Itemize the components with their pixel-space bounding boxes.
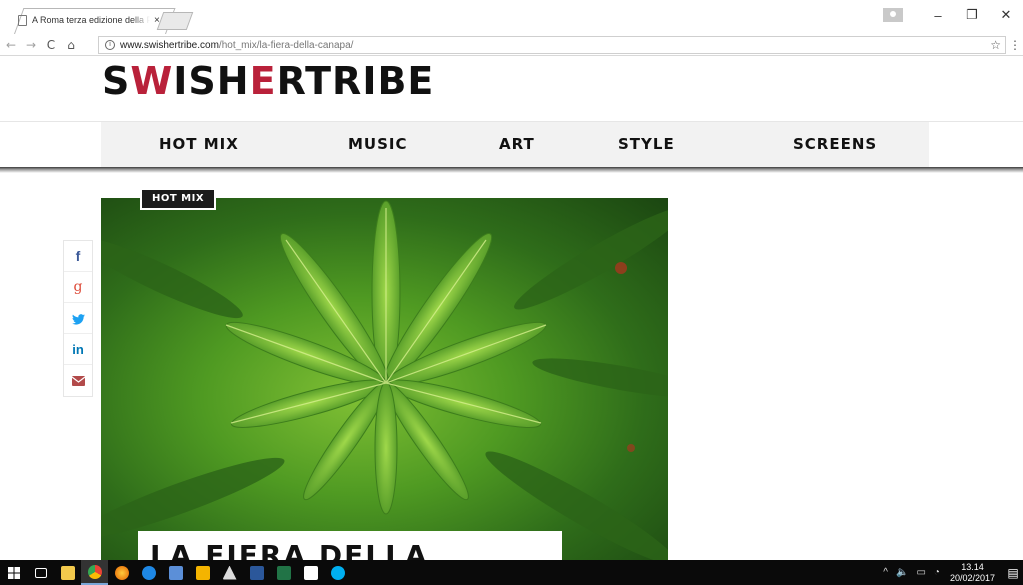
logo-text-2: ISH	[173, 59, 250, 103]
clock-time: 13.14	[961, 561, 984, 572]
facebook-icon[interactable]: f	[64, 241, 92, 272]
app-icon-white[interactable]	[216, 560, 243, 585]
logo-accent-2: E	[249, 59, 277, 103]
maximize-icon[interactable]: ❐	[955, 7, 989, 23]
volume-icon[interactable]: 🔈	[896, 567, 908, 578]
twitter-icon[interactable]	[64, 303, 92, 334]
tray-chevron-icon[interactable]: ^	[883, 567, 888, 578]
info-icon[interactable]: i	[105, 40, 115, 50]
nav-item-music[interactable]: MUSIC	[348, 122, 408, 167]
tab-title: A Roma terza edizione della Fiera della …	[32, 15, 150, 25]
article-title: LA FIERA DELLA CANAPA	[150, 539, 429, 561]
app-icon-yellow[interactable]	[189, 560, 216, 585]
skype-icon[interactable]	[324, 560, 351, 585]
app-icon-word[interactable]	[243, 560, 270, 585]
system-clock[interactable]: 13.14 20/02/2017	[950, 562, 995, 584]
google-plus-icon[interactable]: g	[64, 272, 92, 303]
featured-image[interactable]	[101, 198, 668, 560]
store-icon[interactable]	[297, 560, 324, 585]
site-logo[interactable]: SWISHERTRIBE	[102, 60, 434, 102]
category-badge[interactable]: HOT MIX	[140, 188, 217, 210]
browser-menu-icon[interactable]: ⋮	[1009, 38, 1021, 52]
app-icon-excel[interactable]	[270, 560, 297, 585]
reload-icon[interactable]: C	[42, 38, 60, 52]
windows-taskbar: ^ 🔈 ▭ ◔ 13.14 20/02/2017 ▤	[0, 560, 1023, 585]
new-tab-button[interactable]	[156, 12, 194, 30]
cannabis-leaf-illustration	[101, 200, 668, 560]
notifications-icon[interactable]: ▤	[1003, 566, 1023, 580]
clock-date: 20/02/2017	[949, 572, 995, 583]
address-bar: ← → C ⌂ i www.swishertribe.com/hot_mix/l…	[0, 34, 1023, 56]
window-controls: – ❐ ✕	[883, 0, 1023, 30]
back-icon[interactable]: ←	[2, 38, 20, 52]
social-share-bar: f g in	[63, 240, 93, 397]
profile-icon[interactable]	[883, 8, 903, 22]
nav-item-screens[interactable]: SCREENS	[793, 122, 877, 167]
nav-item-art[interactable]: ART	[499, 122, 535, 167]
app-icon-blue[interactable]	[162, 560, 189, 585]
linkedin-icon[interactable]: in	[64, 334, 92, 365]
chrome-icon[interactable]	[81, 560, 108, 585]
logo-text-1: S	[102, 59, 131, 103]
page-icon	[18, 14, 27, 26]
email-icon[interactable]	[64, 365, 92, 396]
system-tray: ^ 🔈 ▭ ◔ 13.14 20/02/2017 ▤	[879, 560, 1023, 585]
logo-text-3: RTRIBE	[276, 59, 435, 103]
bookmark-star-icon[interactable]: ☆	[990, 38, 1001, 52]
logo-accent-1: W	[130, 59, 174, 103]
browser-tab-strip: A Roma terza edizione della Fiera della …	[0, 0, 1023, 34]
nav-shadow	[0, 167, 1023, 173]
home-icon[interactable]: ⌂	[62, 38, 80, 52]
url-path: /hot_mix/la-fiera-della-canapa/	[218, 39, 354, 51]
forward-icon[interactable]: →	[22, 38, 40, 52]
nav-item-hot-mix[interactable]: HOT MIX	[159, 122, 239, 167]
firefox-icon[interactable]	[108, 560, 135, 585]
nav-item-style[interactable]: STYLE	[618, 122, 675, 167]
main-nav: HOT MIX MUSIC ART STYLE SCREENS	[101, 122, 929, 167]
edge-icon[interactable]	[135, 560, 162, 585]
windows-start-icon[interactable]	[0, 560, 27, 585]
network-icon[interactable]: ▭	[916, 567, 925, 578]
url-input[interactable]: i www.swishertribe.com/hot_mix/la-fiera-…	[98, 36, 1006, 54]
browser-tab-content[interactable]: A Roma terza edizione della Fiera della …	[18, 10, 168, 30]
url-host: www.swishertribe.com	[120, 39, 219, 51]
article-title-box: LA FIERA DELLA CANAPA	[138, 531, 562, 560]
minimize-icon[interactable]: –	[921, 8, 955, 23]
wifi-icon[interactable]: ◔	[934, 567, 940, 578]
close-window-icon[interactable]: ✕	[989, 7, 1023, 23]
task-view-icon[interactable]	[27, 560, 54, 585]
file-explorer-icon[interactable]	[54, 560, 81, 585]
